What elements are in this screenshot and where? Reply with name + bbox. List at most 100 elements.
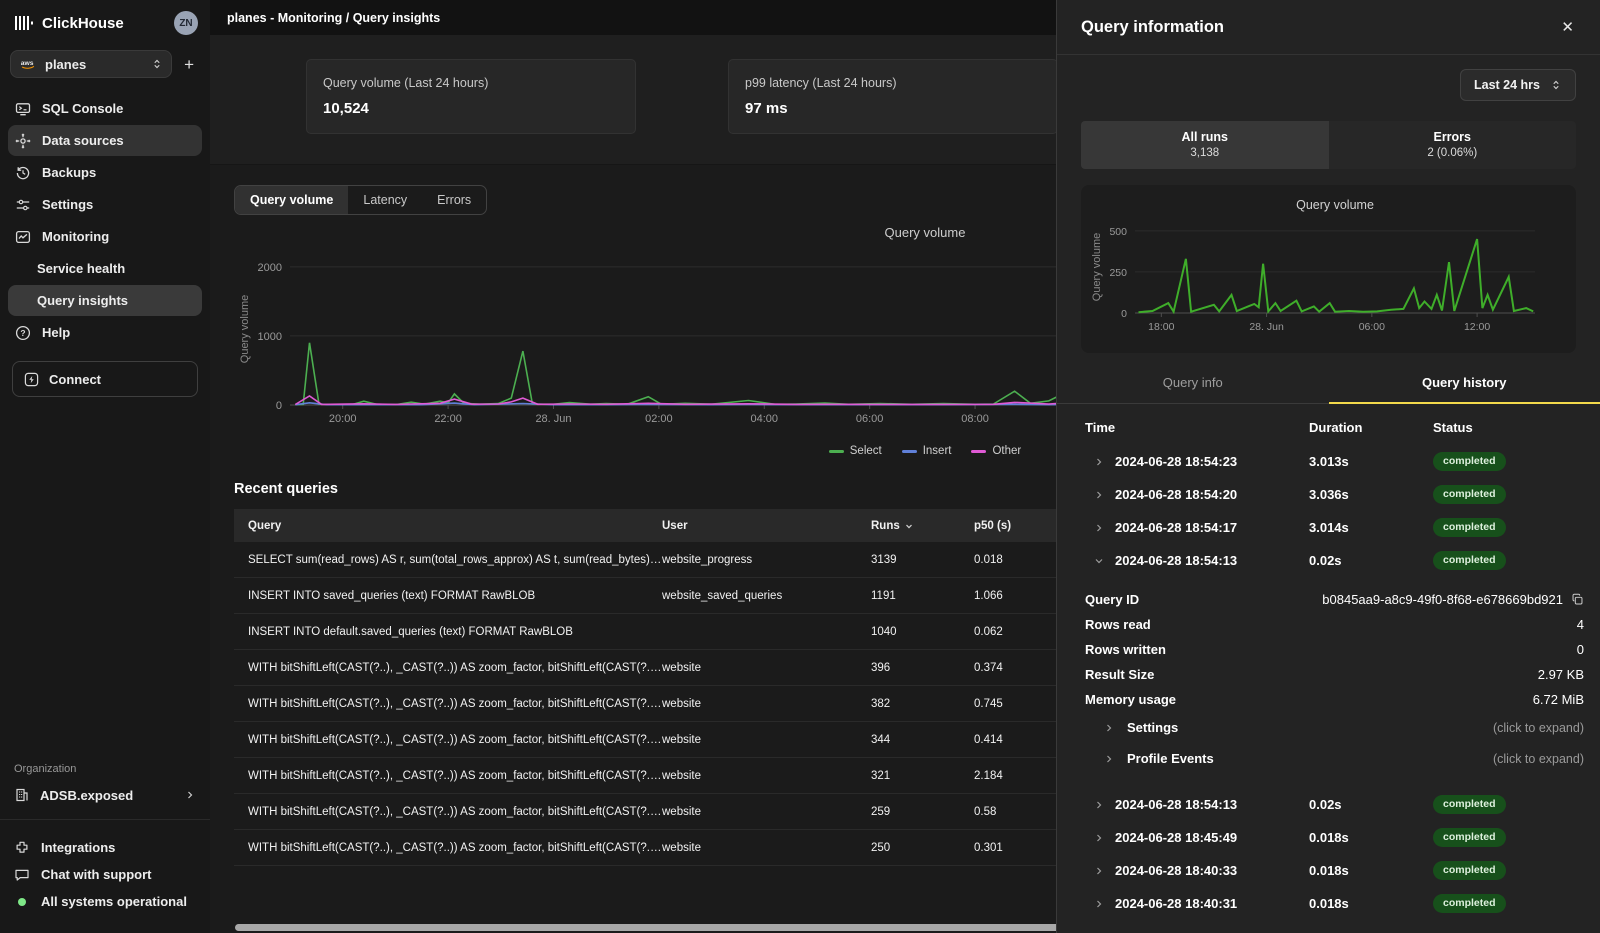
detail-row-query-id: Query IDb0845aa9-a8c9-49f0-8f68-e678669b…: [1085, 587, 1584, 612]
sidebar-item-service-health[interactable]: Service health: [8, 253, 202, 284]
tab-query-volume[interactable]: Query volume: [235, 186, 348, 214]
organization-name: ADSB.exposed: [40, 788, 133, 803]
connect-icon: [24, 372, 39, 387]
expandable-hint: (click to expand): [1493, 752, 1584, 766]
close-icon[interactable]: ✕: [1559, 16, 1576, 38]
sidebar-item-label: SQL Console: [42, 101, 123, 116]
svg-text:?: ?: [20, 328, 25, 338]
sidebar-footer-all-systems-operational[interactable]: All systems operational: [0, 888, 210, 915]
history-row[interactable]: 2024-06-28 18:40:330.018scompleted: [1085, 854, 1584, 887]
copy-icon[interactable]: [1571, 593, 1584, 606]
history-time: 2024-06-28 18:54:23: [1115, 454, 1237, 469]
history-time-cell: 2024-06-28 18:40:31: [1085, 896, 1309, 911]
tab-errors[interactable]: Errors: [422, 186, 486, 214]
legend-item-other[interactable]: Other: [971, 445, 1021, 457]
chevron-right-icon: [1093, 456, 1105, 468]
column-header-label: p50 (s): [974, 520, 1011, 532]
legend-item-select[interactable]: Select: [829, 445, 882, 457]
sidebar-item-help[interactable]: ?Help: [8, 317, 202, 348]
card-label: Query volume (Last 24 hours): [323, 76, 619, 90]
connect-button[interactable]: Connect: [12, 361, 198, 397]
history-row[interactable]: 2024-06-28 18:54:233.013scompleted: [1085, 445, 1584, 478]
segment-errors[interactable]: Errors2 (0.06%): [1329, 121, 1577, 169]
detail-row-rows-read: Rows read4: [1085, 612, 1584, 637]
cell-runs: 3139: [871, 554, 974, 566]
history-status-cell: completed: [1433, 551, 1584, 570]
sidebar-item-backups[interactable]: Backups: [8, 157, 202, 188]
status-badge: completed: [1433, 485, 1506, 504]
history-row[interactable]: 2024-06-28 18:45:490.018scompleted: [1085, 821, 1584, 854]
tab-latency[interactable]: Latency: [348, 186, 422, 214]
segment-all-runs[interactable]: All runs3,138: [1081, 121, 1329, 169]
clickhouse-logo-icon: [14, 15, 34, 31]
mini-chart-card: Query volumeQuery volume025050018:0028. …: [1081, 185, 1576, 353]
panel-tab-query-info[interactable]: Query info: [1057, 365, 1329, 403]
chevron-right-icon: [1093, 489, 1105, 501]
expandable-section-profile-events[interactable]: Profile Events(click to expand): [1085, 743, 1584, 774]
history-row[interactable]: 2024-06-28 18:54:203.036scompleted: [1085, 478, 1584, 511]
status-badge: completed: [1433, 518, 1506, 537]
cell-user: website: [662, 734, 871, 746]
organization-row[interactable]: ADSB.exposed: [0, 783, 210, 819]
history-header-row: TimeDurationStatus: [1085, 412, 1584, 445]
history-row[interactable]: 2024-06-28 18:54:130.02scompleted: [1085, 788, 1584, 821]
history-time-cell: 2024-06-28 18:54:13: [1085, 553, 1309, 568]
column-header-runs[interactable]: Runs: [871, 520, 974, 532]
horizontal-scrollbar[interactable]: [235, 924, 1065, 931]
sidebar-item-monitoring[interactable]: Monitoring: [8, 221, 202, 252]
svg-text:Query volume: Query volume: [885, 225, 966, 240]
svg-text:08:00: 08:00: [961, 413, 989, 425]
integrations-icon: [14, 840, 30, 856]
history-row[interactable]: 2024-06-28 18:54:130.02scompleted: [1085, 544, 1584, 577]
backups-icon: [15, 165, 31, 181]
chevron-right-icon: [1093, 898, 1105, 910]
footer-item-label: All systems operational: [41, 894, 187, 909]
legend-dash: [829, 450, 844, 453]
avatar[interactable]: ZN: [174, 11, 198, 35]
legend-item-insert[interactable]: Insert: [902, 445, 952, 457]
column-header-query[interactable]: Query: [234, 520, 662, 532]
svg-text:Query volume: Query volume: [239, 295, 251, 363]
history-row[interactable]: 2024-06-28 18:40:310.018scompleted: [1085, 887, 1584, 920]
history-duration: 3.036s: [1309, 487, 1433, 502]
add-service-button[interactable]: +: [182, 56, 196, 73]
sidebar-item-data-sources[interactable]: Data sources: [8, 125, 202, 156]
history-status-cell: completed: [1433, 828, 1584, 847]
detail-label: Result Size: [1085, 667, 1154, 682]
workspace-row: aws planes +: [0, 43, 210, 92]
history-time-cell: 2024-06-28 18:45:49: [1085, 830, 1309, 845]
chevron-right-icon: [184, 789, 196, 801]
sidebar-item-label: Service health: [37, 261, 125, 276]
svg-text:0: 0: [1121, 308, 1127, 320]
cell-runs: 250: [871, 842, 974, 854]
help-icon: ?: [15, 325, 31, 341]
panel-header: Query information ✕: [1057, 0, 1600, 55]
workspace-select[interactable]: aws planes: [10, 50, 172, 78]
sidebar-footer-integrations[interactable]: Integrations: [0, 834, 210, 861]
detail-value-wrap: 4: [1577, 617, 1584, 632]
history-status-cell: completed: [1433, 894, 1584, 913]
sidebar-item-settings[interactable]: Settings: [8, 189, 202, 220]
status-badge: completed: [1433, 894, 1506, 913]
card-label: p99 latency (Last 24 hours): [745, 76, 1041, 90]
svg-text:22:00: 22:00: [434, 413, 462, 425]
panel-tab-query-history[interactable]: Query history: [1329, 365, 1600, 404]
time-range-select[interactable]: Last 24 hrs: [1460, 69, 1576, 101]
chevron-right-icon: [1103, 722, 1115, 734]
sidebar-item-query-insights[interactable]: Query insights: [8, 285, 202, 316]
sidebar-item-sql-console[interactable]: SQL Console: [8, 93, 202, 124]
history-row[interactable]: 2024-06-28 18:54:173.014scompleted: [1085, 511, 1584, 544]
cell-p50: 0.374: [974, 662, 1069, 674]
history-duration: 0.018s: [1309, 863, 1433, 878]
column-header-user[interactable]: User: [662, 520, 871, 532]
legend-dash: [902, 450, 917, 453]
history-duration: 0.018s: [1309, 896, 1433, 911]
cell-user: website: [662, 806, 871, 818]
svg-text:Query volume: Query volume: [1296, 198, 1374, 212]
expandable-label: Settings: [1127, 720, 1178, 735]
history-time: 2024-06-28 18:40:33: [1115, 863, 1237, 878]
column-header-p50-s[interactable]: p50 (s): [974, 520, 1069, 532]
expandable-section-settings[interactable]: Settings(click to expand): [1085, 712, 1584, 743]
detail-value: 6.72 MiB: [1533, 692, 1584, 707]
sidebar-footer-chat-with-support[interactable]: Chat with support: [0, 861, 210, 888]
